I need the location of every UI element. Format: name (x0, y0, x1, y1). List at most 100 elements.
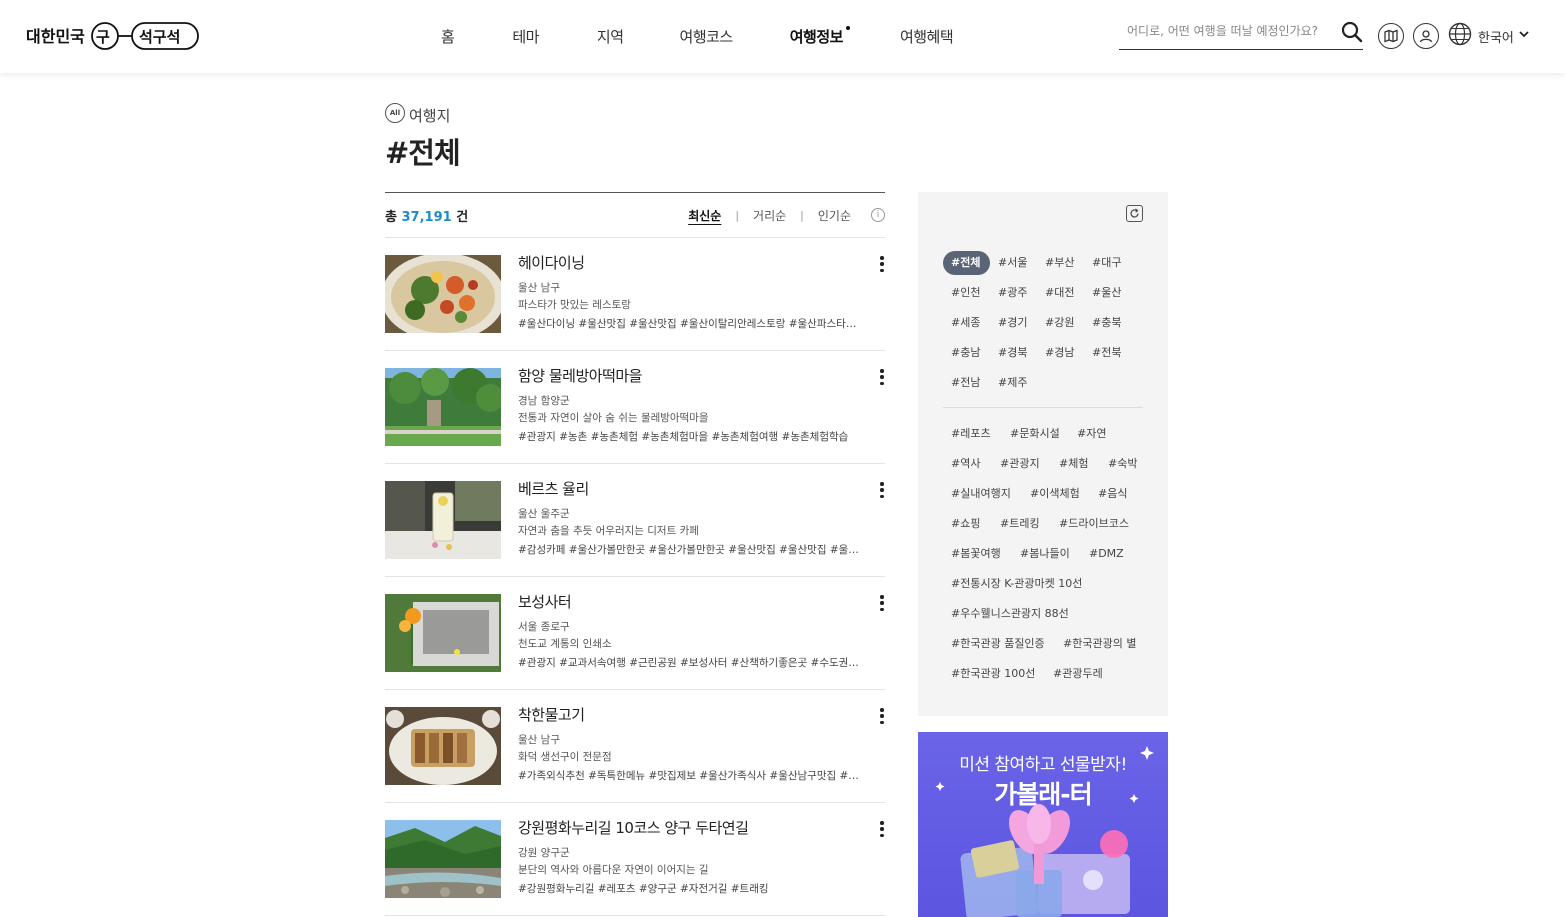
theme-tag[interactable]: #쇼핑 (943, 512, 990, 536)
region-tag[interactable]: #광주 (990, 281, 1037, 305)
user-icon[interactable] (1413, 23, 1439, 49)
refresh-icon[interactable] (1126, 205, 1143, 222)
item-title[interactable]: 베르츠 율리 (518, 478, 589, 499)
item-thumbnail[interactable] (385, 255, 501, 333)
item-title[interactable]: 강원평화누리길 10코스 양구 두타연길 (518, 817, 749, 838)
item-thumbnail[interactable] (385, 707, 501, 785)
theme-tag[interactable]: #관광두레 (1045, 662, 1115, 686)
item-tags: #관광지 #농촌 #농촌체험 #농촌체험마을 #농촌체험여행 #농촌체험학습 (518, 431, 849, 443)
theme-tag[interactable]: #트레킹 (992, 512, 1049, 536)
region-tag[interactable]: #충남 (943, 341, 990, 365)
nav-home[interactable]: 홈 (441, 26, 455, 47)
item-thumbnail[interactable] (385, 368, 501, 446)
region-tag[interactable]: #제주 (990, 371, 1037, 395)
theme-tag[interactable]: #숙박 (1100, 452, 1150, 476)
theme-tag[interactable]: #관광지 (992, 452, 1049, 476)
list-item[interactable]: 보성사터 서울 종로구 천도교 계통의 인쇄소 #관광지 #교과서속여행 #근린… (385, 577, 885, 690)
region-tag[interactable]: #서울 (990, 251, 1037, 275)
event-banner[interactable]: 미션 참여하고 선물받자! 가볼래-터 (918, 732, 1168, 917)
region-tag[interactable]: #전남 (943, 371, 990, 395)
panel-divider (943, 407, 1143, 408)
total-suffix: 건 (456, 209, 469, 225)
theme-tag[interactable]: #봄나들이 (1012, 542, 1079, 566)
sort-popular[interactable]: 인기순 (816, 207, 853, 224)
theme-tag[interactable]: #음식 (1090, 482, 1140, 506)
nav-travel-info[interactable]: 여행정보 (790, 26, 851, 47)
nav-benefits[interactable]: 여행혜택 (900, 26, 954, 47)
info-icon[interactable]: i (871, 208, 885, 222)
theme-tag[interactable]: #문화시설 (1002, 422, 1067, 446)
item-tags: #감성카페 #울산가볼만한곳 #울산가볼만한곳 #울산맛집 #울산맛집 #울산카… (518, 544, 863, 556)
search-box (1119, 16, 1363, 50)
item-desc: 전통과 자연이 살아 숨 쉬는 물레방아떡마을 (518, 412, 709, 424)
category-breadcrumb: All 여행지 (385, 102, 460, 126)
theme-tag[interactable]: #자연 (1069, 422, 1119, 446)
nav-course[interactable]: 여행코스 (680, 26, 734, 47)
theme-tag[interactable]: #이색체험 (1022, 482, 1088, 506)
theme-tag[interactable]: #실내여행지 (943, 482, 1020, 506)
region-tag[interactable]: #부산 (1037, 251, 1084, 275)
nav-region[interactable]: 지역 (597, 26, 624, 47)
list-item[interactable]: 강원평화누리길 10코스 양구 두타연길 강원 양구군 분단의 역사와 아름다운… (385, 803, 885, 916)
list-item[interactable]: 베르츠 율리 울산 울주군 자연과 춤을 추듯 어우러지는 디저트 카페 #감성… (385, 464, 885, 577)
item-tags: #울산다이닝 #울산맛집 #울산맛집 #울산이탈리안레스토랑 #울산파스타맛집 (518, 318, 863, 330)
item-thumbnail[interactable] (385, 481, 501, 559)
region-tag[interactable]: #경남 (1037, 341, 1084, 365)
language-selector[interactable]: 한국어 (1448, 22, 1530, 50)
item-title[interactable]: 보성사터 (518, 591, 572, 612)
theme-tag[interactable]: #드라이브코스 (1051, 512, 1145, 536)
theme-tag[interactable]: #전통시장 K-관광마켓 10선 (943, 572, 1133, 596)
sort-latest[interactable]: 최신순 (686, 207, 723, 224)
more-icon[interactable] (879, 369, 885, 385)
region-tag[interactable]: #세종 (943, 311, 990, 335)
theme-tag[interactable]: #우수웰니스관광지 88선 (943, 602, 1133, 626)
region-tag[interactable]: #대구 (1084, 251, 1131, 275)
sort-distance[interactable]: 거리순 (751, 207, 788, 224)
more-icon[interactable] (879, 595, 885, 611)
region-tag[interactable]: #강원 (1037, 311, 1084, 335)
region-tags: #전체 #서울 #부산 #대구 #인천 #광주 #대전 #울산 #세종 #경기 … (943, 251, 1143, 401)
region-tag[interactable]: #울산 (1084, 281, 1131, 305)
theme-tag[interactable]: #봄꽃여행 (943, 542, 1010, 566)
search-icon[interactable] (1341, 21, 1363, 43)
category-label: 여행지 (409, 107, 451, 125)
nav-theme[interactable]: 테마 (512, 26, 539, 47)
theme-tag[interactable]: #DMZ (1081, 542, 1141, 566)
item-title[interactable]: 헤이다이닝 (518, 252, 585, 273)
item-thumbnail[interactable] (385, 820, 501, 898)
more-icon[interactable] (879, 708, 885, 724)
item-thumbnail[interactable] (385, 594, 501, 672)
item-title[interactable]: 착한물고기 (518, 704, 585, 725)
list-item[interactable]: 착한물고기 울산 남구 화덕 생선구이 전문점 #가족외식추천 #독특한메뉴 #… (385, 690, 885, 803)
item-desc: 분단의 역사와 아름다운 자연이 이어지는 길 (518, 864, 709, 876)
list-header: 총 37,191 건 최신순 | 거리순 | 인기순 i (385, 193, 885, 238)
region-tag[interactable]: #경기 (990, 311, 1037, 335)
more-icon[interactable] (879, 482, 885, 498)
more-icon[interactable] (879, 256, 885, 272)
theme-tag[interactable]: #체험 (1051, 452, 1098, 476)
site-header: 대한민국 구 석구석 홈 테마 지역 여행코스 여행정보 여행혜택 어디로, 어… (0, 0, 1565, 73)
region-tag-all[interactable]: #전체 (943, 251, 990, 275)
site-logo[interactable]: 대한민국 구 석구석 (26, 20, 200, 52)
theme-tag[interactable]: #역사 (943, 452, 990, 476)
item-area: 울산 남구 (518, 282, 560, 294)
region-tag[interactable]: #전북 (1084, 341, 1131, 365)
region-tag[interactable]: #대전 (1037, 281, 1084, 305)
theme-tag[interactable]: #한국관광 품질인증 (943, 632, 1053, 656)
theme-tag[interactable]: #한국관광의 별 (1055, 632, 1145, 656)
region-tag[interactable]: #경북 (990, 341, 1037, 365)
item-desc: 파스타가 맛있는 레스토랑 (518, 299, 631, 311)
more-icon[interactable] (879, 821, 885, 837)
region-tag[interactable]: #인천 (943, 281, 990, 305)
item-title[interactable]: 함양 물레방아떡마을 (518, 365, 642, 386)
map-icon[interactable] (1378, 23, 1404, 49)
theme-tag[interactable]: #레포츠 (943, 422, 1000, 446)
region-tag[interactable]: #충북 (1084, 311, 1131, 335)
theme-tag[interactable]: #한국관광 100선 (943, 662, 1043, 686)
search-input[interactable] (1119, 16, 1329, 46)
list-item[interactable]: 헤이다이닝 울산 남구 파스타가 맛있는 레스토랑 #울산다이닝 #울산맛집 #… (385, 238, 885, 351)
total-count: 총 37,191 건 (385, 206, 468, 225)
item-desc: 화덕 생선구이 전문점 (518, 751, 612, 763)
list-item[interactable]: 함양 물레방아떡마을 경남 함양군 전통과 자연이 살아 숨 쉬는 물레방아떡마… (385, 351, 885, 464)
item-desc: 천도교 계통의 인쇄소 (518, 638, 612, 650)
